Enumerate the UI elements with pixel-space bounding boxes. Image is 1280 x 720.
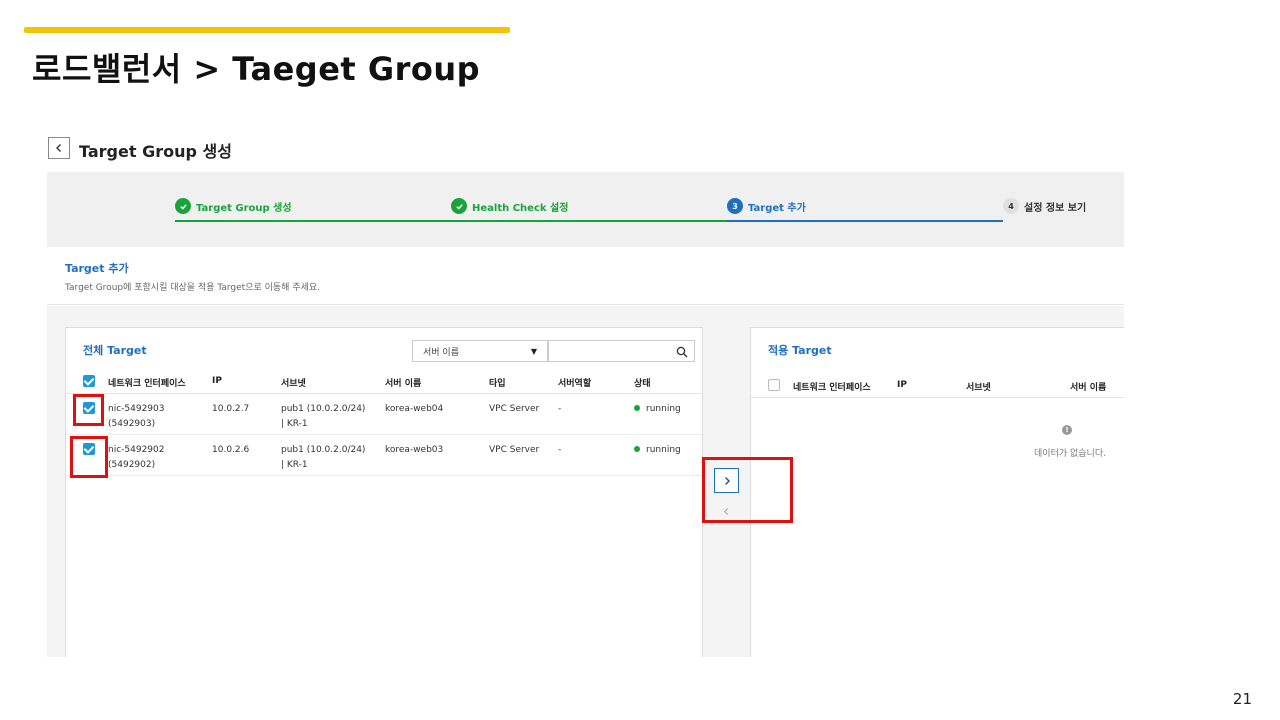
subnet-name: pub1 (10.0.2.0/24)	[281, 404, 366, 414]
step-label: Target Group 생성	[196, 202, 292, 214]
column-header: 서버 이름	[385, 379, 422, 389]
step-label: Health Check 설정	[472, 202, 569, 214]
page-number: 21	[1232, 690, 1252, 708]
status-dot-icon	[634, 445, 640, 452]
select-all-checkbox[interactable]	[83, 375, 95, 387]
column-header: 서브넷	[281, 379, 306, 389]
subnet-name: pub1 (10.0.2.0/24)	[281, 445, 366, 455]
step-progress-line-done	[175, 220, 727, 222]
highlight-box-move-button	[702, 457, 793, 523]
select-value: 서버 이름	[423, 347, 459, 358]
step-progress-line-active	[727, 220, 1003, 222]
info-icon: !	[1062, 425, 1072, 435]
search-icon[interactable]	[676, 346, 688, 358]
column-header: 서버역할	[558, 379, 592, 389]
all-targets-panel: 전체 Target 서버 이름 ▼ 네트워크 인터페이스 IP 서브넷 서버 이…	[65, 327, 703, 657]
role-cell: -	[558, 404, 562, 414]
nic-cell: nic-5492902 (5492902)	[108, 443, 164, 473]
target-transfer-area: 전체 Target 서버 이름 ▼ 네트워크 인터페이스 IP 서브넷 서버 이…	[47, 306, 1124, 657]
table-header: 네트워크 인터페이스 IP 서브넷 서버 이름	[751, 372, 1124, 398]
applied-targets-panel: 적용 Target 네트워크 인터페이스 IP 서브넷 서버 이름 ! 데이터가…	[750, 327, 1124, 657]
caret-down-icon: ▼	[530, 346, 537, 356]
column-header: IP	[897, 380, 907, 390]
column-header: 서버 이름	[1070, 383, 1107, 393]
column-header: 네트워크 인터페이스	[108, 379, 186, 389]
chevron-left-icon	[56, 144, 61, 152]
step-target-add[interactable]: 3 Target 추가	[727, 198, 806, 214]
step-health-check[interactable]: Health Check 설정	[451, 198, 568, 214]
nic-name: nic-5492903	[108, 404, 165, 414]
search-input[interactable]	[548, 340, 695, 362]
search-filter-select[interactable]: 서버 이름 ▼	[412, 340, 548, 362]
column-header: 타입	[489, 379, 506, 389]
nic-id: (5492903)	[108, 419, 156, 429]
all-targets-title: 전체 Target	[83, 344, 147, 357]
nic-name: nic-5492902	[108, 445, 165, 455]
subnet-cell: pub1 (10.0.2.0/24) | KR-1	[281, 443, 365, 473]
section-header: Target 추가 Target Group에 포함시킬 대상을 적용 Targ…	[47, 247, 1124, 305]
step-target-group-create[interactable]: Target Group 생성	[175, 198, 292, 214]
highlight-box-row1-checkbox	[73, 394, 104, 426]
table-row[interactable]: nic-5492902 (5492902) 10.0.2.6 pub1 (10.…	[66, 436, 702, 476]
step-number: 3	[727, 198, 743, 214]
subnet-zone: | KR-1	[281, 460, 308, 470]
ip-cell: 10.0.2.7	[212, 404, 250, 414]
check-icon	[451, 198, 467, 214]
wizard-stepper: Target Group 생성 Health Check 설정 3 Target…	[47, 172, 1124, 247]
status-cell: running	[634, 402, 681, 417]
step-number: 4	[1003, 198, 1019, 214]
table-header: 네트워크 인터페이스 IP 서브넷 서버 이름 타입 서버역할 상태	[66, 368, 702, 394]
applied-targets-title: 적용 Target	[768, 344, 832, 357]
column-header: 네트워크 인터페이스	[793, 383, 871, 393]
nic-cell: nic-5492903 (5492903)	[108, 402, 164, 432]
step-review[interactable]: 4 설정 정보 보기	[1003, 198, 1086, 214]
empty-message: 데이터가 없습니다.	[1034, 449, 1106, 459]
server-name-cell: korea-web04	[385, 404, 444, 414]
step-label: 설정 정보 보기	[1024, 202, 1087, 214]
type-cell: VPC Server	[489, 404, 540, 414]
section-description: Target Group에 포함시킬 대상을 적용 Target으로 이동해 주…	[65, 283, 321, 293]
column-header: 서브넷	[966, 383, 991, 393]
check-icon	[175, 198, 191, 214]
column-header: IP	[212, 376, 222, 386]
status-dot-icon	[634, 404, 640, 411]
column-header: 상태	[634, 379, 651, 389]
title-accent-bar	[24, 27, 510, 33]
back-button[interactable]	[48, 137, 70, 159]
type-cell: VPC Server	[489, 445, 540, 455]
role-cell: -	[558, 445, 562, 455]
section-title: Target 추가	[65, 262, 129, 275]
table-row[interactable]: nic-5492903 (5492903) 10.0.2.7 pub1 (10.…	[66, 395, 702, 435]
step-label: Target 추가	[748, 202, 806, 214]
subnet-zone: | KR-1	[281, 419, 308, 429]
status-cell: running	[634, 443, 681, 458]
server-name-cell: korea-web03	[385, 445, 444, 455]
ip-cell: 10.0.2.6	[212, 445, 250, 455]
nic-id: (5492902)	[108, 460, 156, 470]
page-title: Target Group 생성	[79, 142, 232, 161]
status-text: running	[646, 404, 681, 414]
status-text: running	[646, 445, 681, 455]
console-screenshot: Target Group 생성 Target Group 생성 Health C…	[47, 130, 1124, 657]
highlight-box-row2-checkbox	[70, 436, 108, 478]
select-all-checkbox[interactable]	[768, 379, 780, 391]
subnet-cell: pub1 (10.0.2.0/24) | KR-1	[281, 402, 365, 432]
slide-title: 로드밸런서 > Taeget Group	[32, 50, 481, 88]
